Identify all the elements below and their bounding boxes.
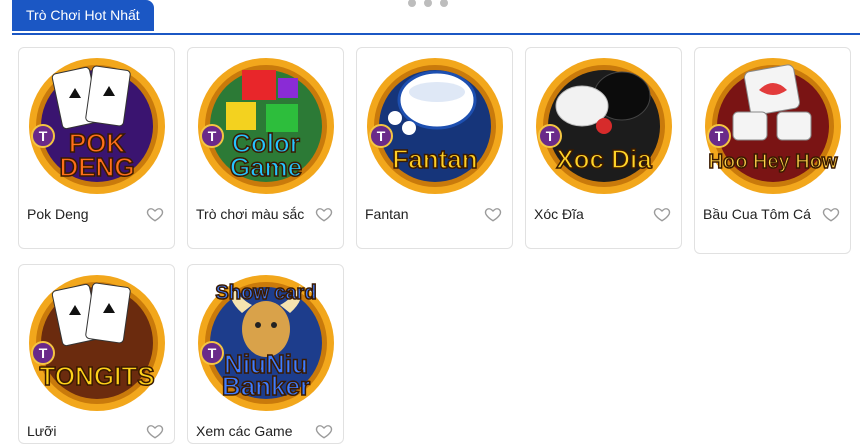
brand-badge-text: T (39, 345, 48, 361)
brand-badge-text: T (208, 345, 217, 361)
heart-icon[interactable] (822, 205, 840, 223)
brand-badge-text: T (546, 128, 555, 144)
game-logo-image: T POKDENG (29, 58, 165, 194)
heart-icon[interactable] (146, 422, 164, 440)
game-logo-image: T TONGITS (29, 275, 165, 411)
game-logo-image: T Show cardNiuNiuBanker (198, 275, 334, 411)
logo-title-line: Fantan (392, 144, 477, 174)
logo-title-line: Game (230, 152, 302, 182)
logo-title-line: Show card (215, 282, 316, 304)
game-thumbnail[interactable]: T Fantan (365, 56, 505, 196)
game-logo-image: T ColorGame (198, 58, 334, 194)
heart-icon[interactable] (484, 205, 502, 223)
game-logo-image: T Xoc Dia (536, 58, 672, 194)
game-name: Trò chơi màu sắc (196, 206, 305, 222)
brand-badge-text: T (377, 128, 386, 144)
logo-title: Xoc Dia (556, 143, 653, 175)
brand-badge-text: T (39, 128, 48, 144)
game-name: Xem các Game (196, 423, 293, 439)
tab-hot-games[interactable]: Trò Chơi Hot Nhất (12, 0, 154, 31)
game-card[interactable]: T Hoo Hey How Bầu Cua Tôm Cá (694, 47, 851, 254)
logo-title-line: Hoo Hey How (709, 151, 838, 173)
heart-icon[interactable] (653, 205, 671, 223)
logo-title: Fantan (392, 143, 479, 175)
game-name: Fantan (365, 206, 409, 222)
logo-title-line: Banker (222, 371, 310, 401)
section-tab-bar: Trò Chơi Hot Nhất (12, 0, 860, 35)
game-thumbnail[interactable]: T Show card NiuNiu Banker (196, 273, 336, 413)
logo-title: Hoo Hey How (708, 150, 839, 174)
logo-title-line: TONGITS (39, 361, 154, 391)
game-name: Bầu Cua Tôm Cá (703, 206, 811, 222)
brand-badge-text: T (715, 128, 724, 144)
game-thumbnail[interactable]: T Hoo Hey How (703, 56, 843, 196)
game-thumbnail[interactable]: T Color Game (196, 56, 336, 196)
logo-title: POKDENG (59, 127, 136, 183)
brand-badge-text: T (208, 128, 217, 144)
logo-title: ColorGame (229, 127, 303, 183)
game-logo-image: T Hoo Hey How (705, 58, 841, 194)
logo-title-line: DENG (59, 152, 134, 182)
game-name: Xóc Đĩa (534, 206, 584, 222)
game-card[interactable]: T POK DENG Pok Deng (18, 47, 175, 249)
game-card[interactable]: T TONGITS Lưỡi (18, 264, 175, 444)
game-name: Lưỡi (27, 423, 57, 439)
game-logo-image: T Fantan (367, 58, 503, 194)
game-card[interactable]: T Show card NiuNiu Banker Xem các Game (187, 264, 344, 444)
game-card[interactable]: T Fantan Fantan (356, 47, 513, 249)
game-card[interactable]: T Xoc Dia Xóc Đĩa (525, 47, 682, 249)
game-thumbnail[interactable]: T POK DENG (27, 56, 167, 196)
logo-title: TONGITS (39, 360, 156, 392)
heart-icon[interactable] (146, 205, 164, 223)
game-thumbnail[interactable]: T TONGITS (27, 273, 167, 413)
game-card[interactable]: T Color Game Trò chơi màu sắc (187, 47, 344, 249)
heart-icon[interactable] (315, 422, 333, 440)
heart-icon[interactable] (315, 205, 333, 223)
logo-title-line: Xoc Dia (556, 144, 652, 174)
game-name: Pok Deng (27, 206, 89, 222)
game-thumbnail[interactable]: T Xoc Dia (534, 56, 674, 196)
